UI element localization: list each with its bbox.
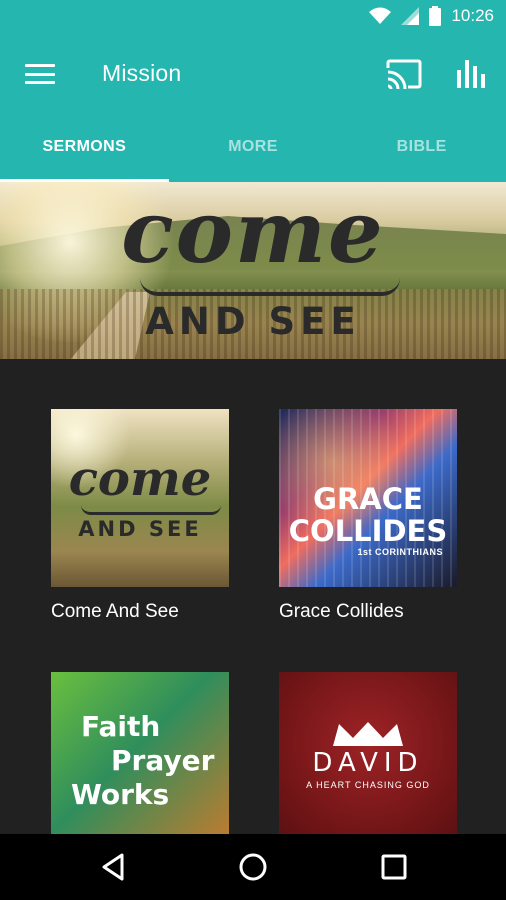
- back-icon[interactable]: [98, 851, 130, 883]
- banner-subtitle: AND SEE: [145, 300, 361, 343]
- series-card-grace-collides[interactable]: GRACE COLLIDES 1st CORINTHIANS Grace Col…: [279, 409, 457, 623]
- artwork-title-line2: COLLIDES: [288, 514, 448, 548]
- artwork-subtitle: AND SEE: [78, 517, 202, 541]
- system-nav-bar: [0, 834, 506, 900]
- artwork-title-line1: GRACE: [313, 482, 423, 516]
- status-icons: 10:26: [369, 6, 494, 26]
- banner-swash: [140, 278, 400, 296]
- series-card-come-and-see[interactable]: come AND SEE Come And See: [51, 409, 229, 623]
- artwork-swash: [81, 505, 221, 515]
- artwork-title: GRACE COLLIDES: [279, 483, 457, 547]
- tab-bar: SERMONS MORE BIBLE: [0, 112, 506, 182]
- featured-banner[interactable]: come AND SEE: [0, 182, 506, 359]
- menu-icon[interactable]: [22, 60, 58, 88]
- series-artwork: GRACE COLLIDES 1st CORINTHIANS: [279, 409, 457, 587]
- artwork-subtitle: 1st CORINTHIANS: [357, 547, 443, 557]
- cast-icon[interactable]: [386, 58, 422, 90]
- battery-icon: [429, 6, 442, 26]
- tab-sermons[interactable]: SERMONS: [0, 112, 169, 182]
- recents-icon[interactable]: [378, 851, 410, 883]
- wifi-icon: [369, 7, 392, 24]
- crown-icon: [333, 722, 403, 746]
- tab-bible[interactable]: BIBLE: [337, 112, 506, 182]
- series-title: Come And See: [51, 601, 179, 622]
- status-bar: 10:26: [0, 0, 506, 36]
- series-artwork: come AND SEE: [51, 409, 229, 587]
- series-artwork: DAVID A HEART CHASING GOD: [279, 672, 457, 834]
- app-title: Mission: [102, 60, 182, 86]
- stats-icon[interactable]: [455, 56, 489, 90]
- status-time: 10:26: [451, 6, 494, 25]
- signal-icon: [401, 7, 420, 25]
- series-card-faith-prayer-works[interactable]: Faith Prayer Works: [51, 672, 229, 834]
- artwork-line3: Works: [71, 778, 170, 811]
- series-card-david[interactable]: DAVID A HEART CHASING GOD: [279, 672, 457, 834]
- series-artwork: Faith Prayer Works: [51, 672, 229, 834]
- artwork-line2: Prayer: [111, 744, 215, 777]
- artwork-title: come: [68, 451, 212, 507]
- tab-more[interactable]: MORE: [169, 112, 338, 182]
- banner-title: come: [121, 182, 385, 283]
- series-grid: come AND SEE Come And See GRACE COLLIDES…: [0, 359, 506, 834]
- series-title: Grace Collides: [279, 601, 404, 622]
- app-bar: Mission: [0, 36, 506, 112]
- home-icon[interactable]: [237, 851, 269, 883]
- artwork-subtitle: A HEART CHASING GOD: [306, 780, 430, 790]
- artwork-title: DAVID: [312, 748, 424, 778]
- artwork-line1: Faith: [81, 710, 161, 743]
